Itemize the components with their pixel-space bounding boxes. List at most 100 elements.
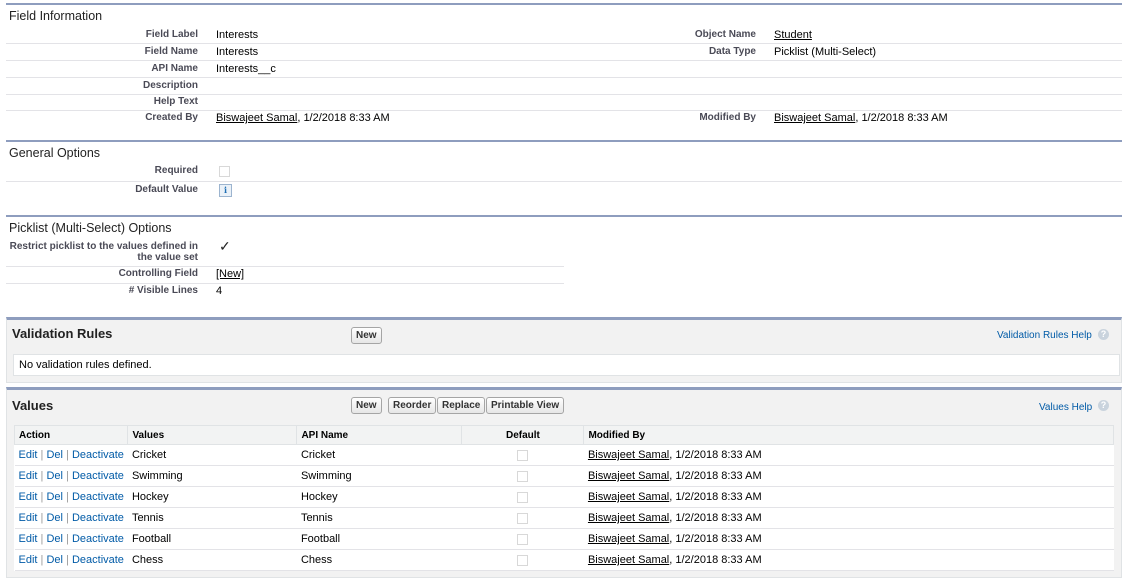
values-table-header: Action Values API Name Default Modified … bbox=[13, 425, 1114, 445]
separator: | bbox=[66, 470, 69, 482]
edit-link[interactable]: Edit bbox=[19, 554, 38, 566]
info-icon[interactable]: i bbox=[219, 184, 232, 197]
action-cell: Edit | Del | Deactivate bbox=[14, 507, 128, 529]
del-link[interactable]: Del bbox=[46, 533, 63, 545]
api-name-cell: Tennis bbox=[296, 507, 462, 529]
default-value-label: Default Value bbox=[135, 184, 198, 195]
row-default-value: Default Value i bbox=[6, 182, 1122, 198]
default-checkbox bbox=[517, 533, 529, 545]
created-by-value: Biswajeet Samal, 1/2/2018 8:33 AM bbox=[216, 110, 390, 126]
value-cell: Hockey bbox=[127, 486, 297, 508]
edit-link[interactable]: Edit bbox=[19, 533, 38, 545]
object-name-link[interactable]: Student bbox=[774, 27, 812, 43]
edit-link[interactable]: Edit bbox=[19, 491, 38, 503]
new-value-button[interactable]: New bbox=[351, 397, 382, 414]
deactivate-link[interactable]: Deactivate bbox=[72, 449, 124, 461]
api-name-cell: Football bbox=[296, 528, 462, 550]
del-link[interactable]: Del bbox=[46, 554, 63, 566]
values-table: Action Values API Name Default Modified … bbox=[13, 425, 1114, 571]
data-type-label: Data Type bbox=[708, 46, 756, 57]
controlling-field-label: Controlling Field bbox=[118, 268, 198, 279]
no-validation-rules-message: No validation rules defined. bbox=[13, 354, 1120, 376]
controlling-field-new-link[interactable]: [New] bbox=[216, 266, 244, 282]
deactivate-link[interactable]: Deactivate bbox=[72, 470, 124, 482]
del-link[interactable]: Del bbox=[46, 491, 63, 503]
restrict-picklist-label: Restrict picklist to the values defined … bbox=[6, 241, 198, 263]
general-options-title: General Options bbox=[6, 140, 1122, 163]
default-cell bbox=[461, 528, 584, 550]
modified-by-cell: Biswajeet Samal, 1/2/2018 8:33 AM bbox=[583, 528, 1114, 550]
new-validation-rule-button[interactable]: New bbox=[351, 327, 382, 344]
field-label-value: Interests bbox=[216, 29, 259, 41]
values-block: Values New Reorder Replace Printable Vie… bbox=[6, 387, 1122, 578]
value-cell: Swimming bbox=[127, 465, 297, 487]
required-checkbox bbox=[219, 165, 230, 177]
general-options-section: General Options Required Default Value i bbox=[6, 140, 1122, 200]
deactivate-link[interactable]: Deactivate bbox=[72, 554, 124, 566]
del-link[interactable]: Del bbox=[46, 449, 63, 461]
edit-link[interactable]: Edit bbox=[19, 512, 38, 524]
validation-rules-help-link[interactable]: Validation Rules Help bbox=[997, 330, 1092, 341]
modified-by-user-link[interactable]: Biswajeet Samal bbox=[588, 533, 669, 545]
field-name-value: Interests bbox=[216, 46, 259, 58]
restrict-picklist-label-line1: Restrict picklist to the values defined … bbox=[9, 241, 198, 252]
default-checkbox bbox=[517, 554, 529, 566]
help-text-label: Help Text bbox=[153, 96, 198, 107]
deactivate-link[interactable]: Deactivate bbox=[72, 512, 124, 524]
deactivate-link[interactable]: Deactivate bbox=[72, 533, 124, 545]
modified-by-value: Biswajeet Samal, 1/2/2018 8:33 AM bbox=[774, 110, 948, 126]
modified-by-user-link[interactable]: Biswajeet Samal bbox=[588, 449, 669, 461]
separator: | bbox=[66, 533, 69, 545]
visible-lines-value: 4 bbox=[216, 285, 223, 297]
deactivate-link[interactable]: Deactivate bbox=[72, 491, 124, 503]
col-values: Values bbox=[127, 425, 298, 445]
separator: | bbox=[40, 491, 44, 503]
default-checkbox bbox=[517, 491, 529, 503]
api-name-value: Interests__c bbox=[216, 63, 276, 75]
printable-view-button[interactable]: Printable View bbox=[486, 397, 565, 414]
modified-by-user-link[interactable]: Biswajeet Samal bbox=[588, 554, 669, 566]
picklist-options-title: Picklist (Multi-Select) Options bbox=[6, 215, 1122, 238]
modified-by-cell: Biswajeet Samal, 1/2/2018 8:33 AM bbox=[583, 444, 1114, 466]
modified-by-date: , 1/2/2018 8:33 AM bbox=[669, 449, 762, 461]
value-cell: Football bbox=[127, 528, 297, 550]
restrict-check-icon: ✓ bbox=[219, 238, 231, 254]
visible-lines-label: # Visible Lines bbox=[128, 285, 198, 296]
del-link[interactable]: Del bbox=[46, 470, 63, 482]
modified-by-date: , 1/2/2018 8:33 AM bbox=[669, 533, 762, 545]
value-cell: Chess bbox=[127, 549, 297, 571]
modified-by-date: , 1/2/2018 8:33 AM bbox=[669, 554, 762, 566]
modified-by-user-link[interactable]: Biswajeet Samal bbox=[588, 512, 669, 524]
modified-by-user-link[interactable]: Biswajeet Samal bbox=[774, 112, 855, 124]
edit-link[interactable]: Edit bbox=[19, 470, 38, 482]
table-row: Edit | Del | Deactivate Hockey Hockey Bi… bbox=[14, 486, 1114, 508]
action-cell: Edit | Del | Deactivate bbox=[14, 486, 128, 508]
modified-by-user-link[interactable]: Biswajeet Samal bbox=[588, 470, 669, 482]
description-label: Description bbox=[142, 80, 198, 91]
values-help-link[interactable]: Values Help bbox=[1039, 402, 1092, 413]
default-cell bbox=[461, 549, 584, 571]
modified-by-date: , 1/2/2018 8:33 AM bbox=[855, 112, 948, 124]
row-field-label: Field Label Interests Object Name Studen… bbox=[6, 27, 1122, 43]
separator: | bbox=[40, 470, 44, 482]
modified-by-user-link[interactable]: Biswajeet Samal bbox=[588, 491, 669, 503]
table-row: Edit | Del | Deactivate Swimming Swimmin… bbox=[14, 465, 1114, 487]
replace-button[interactable]: Replace bbox=[437, 397, 486, 414]
help-icon[interactable]: ? bbox=[1098, 400, 1109, 411]
action-cell: Edit | Del | Deactivate bbox=[14, 465, 128, 487]
col-default: Default bbox=[461, 425, 585, 445]
modified-by-date: , 1/2/2018 8:33 AM bbox=[669, 512, 762, 524]
row-field-name: Field Name Interests Data Type Picklist … bbox=[6, 44, 1122, 60]
separator: | bbox=[66, 512, 69, 524]
reorder-button[interactable]: Reorder bbox=[388, 397, 437, 414]
default-cell bbox=[461, 507, 584, 529]
created-by-date: , 1/2/2018 8:33 AM bbox=[297, 112, 390, 124]
modified-by-label: Modified By bbox=[699, 112, 756, 123]
api-name-cell: Swimming bbox=[296, 465, 462, 487]
required-label: Required bbox=[154, 165, 198, 176]
edit-link[interactable]: Edit bbox=[19, 449, 38, 461]
help-icon[interactable]: ? bbox=[1098, 329, 1109, 340]
created-by-user-link[interactable]: Biswajeet Samal bbox=[216, 112, 297, 124]
del-link[interactable]: Del bbox=[46, 512, 63, 524]
row-help-text: Help Text bbox=[6, 94, 1122, 110]
